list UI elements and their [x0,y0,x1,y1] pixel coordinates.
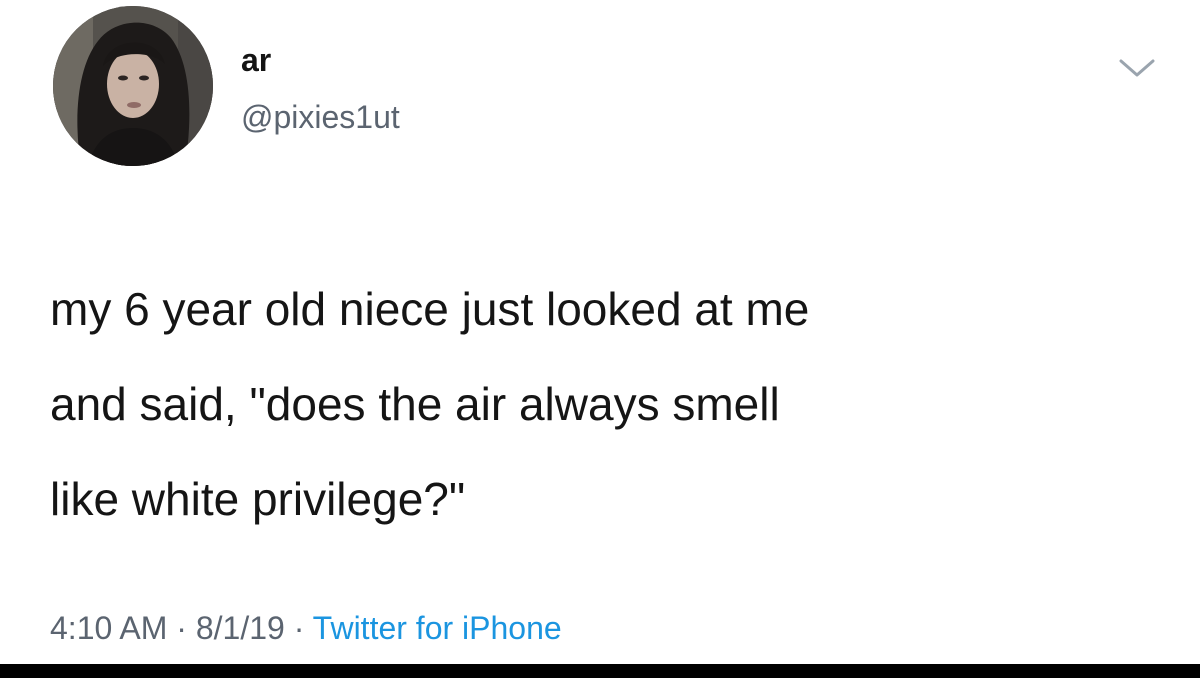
author-display-name[interactable]: ar [241,44,271,76]
chevron-down-icon[interactable] [1115,53,1159,83]
tweet-source-link[interactable]: Twitter for iPhone [313,610,562,646]
bottom-border [0,664,1200,678]
tweet-meta: 4:10 AM · 8/1/19 · Twitter for iPhone [50,612,562,644]
tweet-text: my 6 year old niece just looked at me an… [50,262,1170,547]
tweet-text-line: like white privilege?" [50,473,466,525]
tweet-time[interactable]: 4:10 AM [50,610,167,646]
meta-separator: · [167,610,196,646]
tweet-card: ar @pixies1ut my 6 year old niece just l… [0,0,1200,664]
tweet-date[interactable]: 8/1/19 [196,610,285,646]
avatar-photo [53,6,213,166]
author-handle[interactable]: @pixies1ut [241,101,400,133]
tweet-text-line: and said, "does the air always smell [50,378,780,430]
avatar[interactable] [53,6,213,166]
meta-separator: · [284,610,313,646]
tweet-text-line: my 6 year old niece just looked at me [50,283,810,335]
